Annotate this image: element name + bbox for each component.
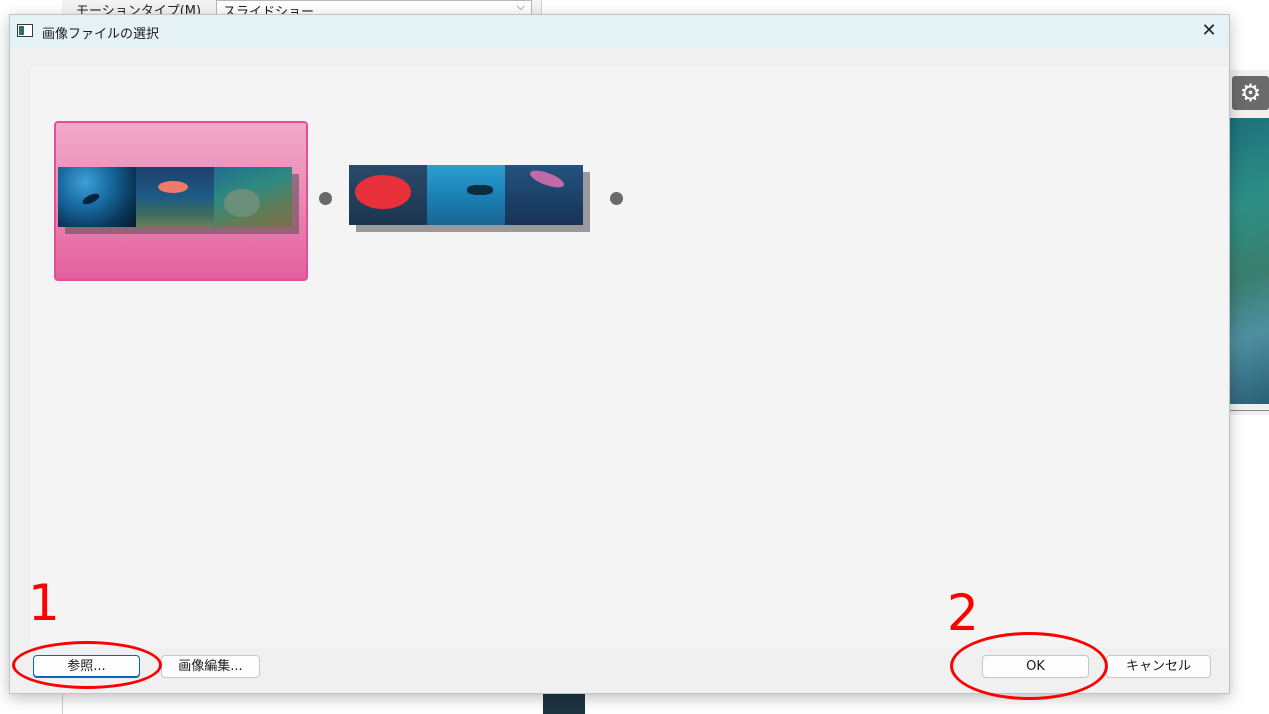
image-slot-1-selected[interactable]	[54, 121, 308, 281]
anthias-fish-thumbnail	[136, 167, 214, 227]
gear-icon[interactable]: ⚙	[1232, 76, 1269, 110]
annotation-step-1-circle	[12, 641, 162, 689]
image-strip	[349, 165, 583, 225]
image-file-select-dialog: 画像ファイルの選択 ✕ 参照... 画像編集... OK キャンセル	[9, 14, 1230, 694]
slot-connector-dot	[319, 192, 332, 205]
edit-image-button[interactable]: 画像編集...	[161, 655, 260, 678]
turtle-and-diver-thumbnail	[427, 165, 505, 225]
squid-thumbnail	[505, 165, 583, 225]
chevron-down-icon: ⌵	[516, 0, 525, 13]
image-strip	[58, 167, 292, 227]
annotation-step-2-number: 2	[947, 584, 979, 642]
image-slot-2[interactable]	[346, 121, 600, 281]
close-button[interactable]: ✕	[1197, 19, 1221, 43]
annotation-step-1-number: 1	[28, 574, 60, 632]
background-preview-image	[1229, 118, 1269, 404]
annotation-step-2-circle	[950, 632, 1108, 700]
dialog-title: 画像ファイルの選択	[42, 27, 160, 42]
underwater-diver-thumbnail	[58, 167, 136, 227]
cancel-button[interactable]: キャンセル	[1106, 655, 1211, 678]
red-grouper-thumbnail	[349, 165, 427, 225]
background-divider-line	[1229, 410, 1269, 411]
sea-turtle-thumbnail	[214, 167, 292, 227]
app-icon	[17, 24, 33, 37]
background-thumbnail	[543, 694, 585, 714]
image-slot-area	[30, 67, 1228, 647]
slot-connector-dot	[610, 192, 623, 205]
dialog-titlebar: 画像ファイルの選択 ✕	[10, 15, 1229, 48]
